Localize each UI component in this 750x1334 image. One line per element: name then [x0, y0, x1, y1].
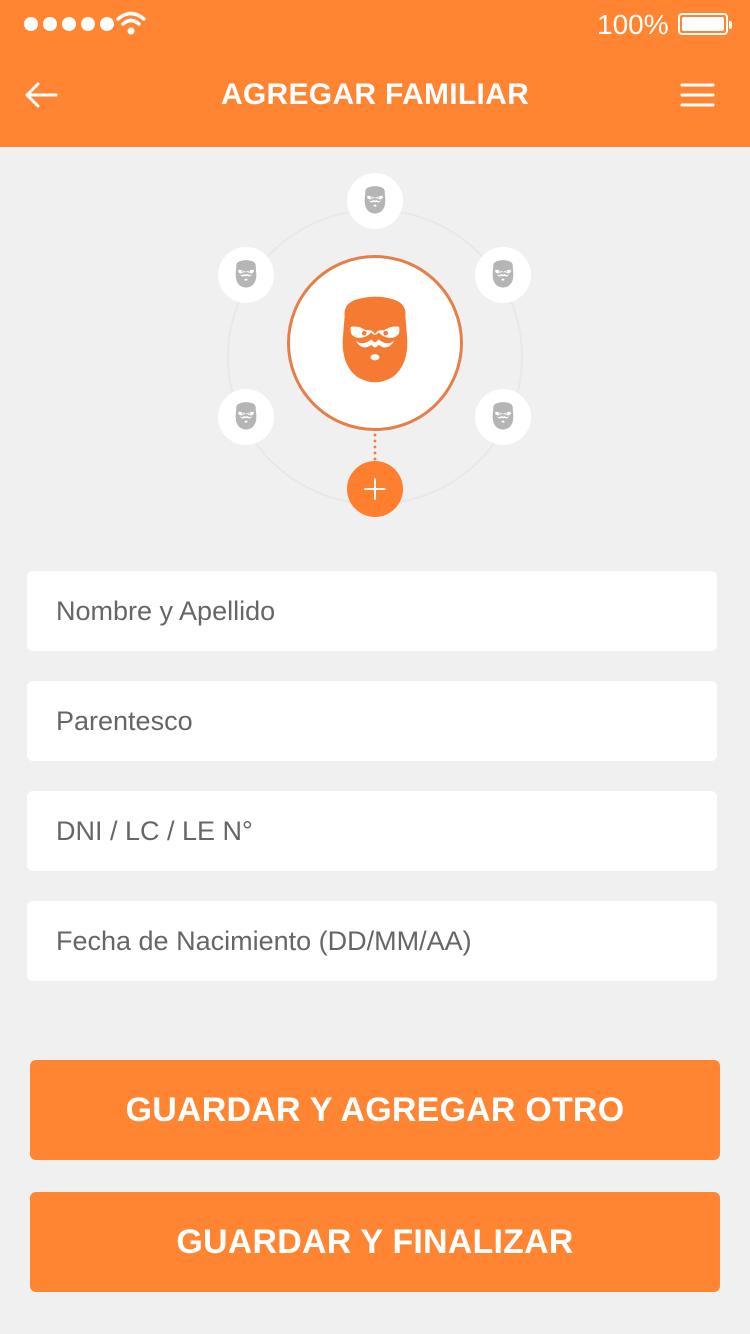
signal-dots-icon: [24, 17, 114, 31]
family-avatar[interactable]: [218, 389, 274, 445]
add-family-member-button[interactable]: [347, 461, 403, 517]
hamburger-menu-icon: [680, 83, 715, 107]
bearded-face-icon: [342, 296, 408, 383]
status-bar: 100%: [0, 0, 750, 50]
family-avatar[interactable]: [475, 389, 531, 445]
bearded-face-icon: [235, 402, 257, 430]
family-avatar[interactable]: [475, 247, 531, 303]
family-avatar[interactable]: [218, 247, 274, 303]
relationship-field[interactable]: [27, 681, 717, 761]
bearded-face-icon: [235, 260, 257, 288]
save-and-finish-button[interactable]: GUARDAR Y FINALIZAR: [30, 1192, 720, 1292]
family-avatar[interactable]: [347, 173, 403, 229]
bearded-face-icon: [364, 186, 386, 214]
app-header: 100% AGREGAR FAMILIAR: [0, 0, 750, 147]
battery-percent: 100%: [597, 9, 669, 40]
save-and-add-another-button[interactable]: GUARDAR Y AGREGAR OTRO: [30, 1060, 720, 1160]
menu-button[interactable]: [674, 74, 722, 116]
battery-full-icon: [678, 13, 732, 35]
bearded-face-icon: [492, 402, 514, 430]
connector-dots: [373, 432, 377, 462]
page-title: AGREGAR FAMILIAR: [220, 78, 530, 111]
wifi-icon: [116, 11, 146, 35]
plus-icon: [364, 478, 386, 500]
bearded-face-icon: [492, 260, 514, 288]
birthdate-field[interactable]: [27, 901, 717, 981]
id-number-field[interactable]: [27, 791, 717, 871]
selected-avatar[interactable]: [287, 255, 463, 431]
family-avatars: [0, 160, 750, 530]
name-field[interactable]: [27, 571, 717, 651]
